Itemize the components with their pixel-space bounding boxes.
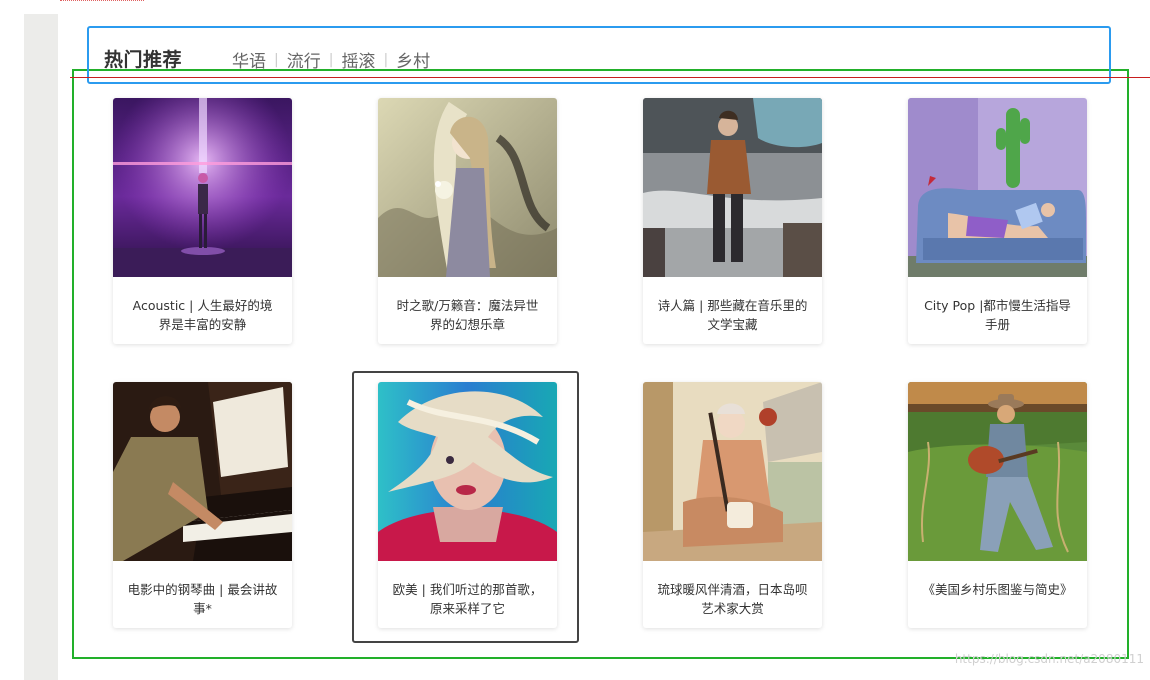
left-rail (24, 14, 58, 680)
red-dotted-line (60, 0, 144, 1)
red-annotation-line (70, 77, 1150, 78)
green-annotation-box (72, 69, 1129, 659)
watermark: https://blog.csdn.net/a2080111 (954, 652, 1144, 666)
blue-annotation-box (87, 26, 1111, 84)
hover-highlight-box (352, 371, 579, 643)
